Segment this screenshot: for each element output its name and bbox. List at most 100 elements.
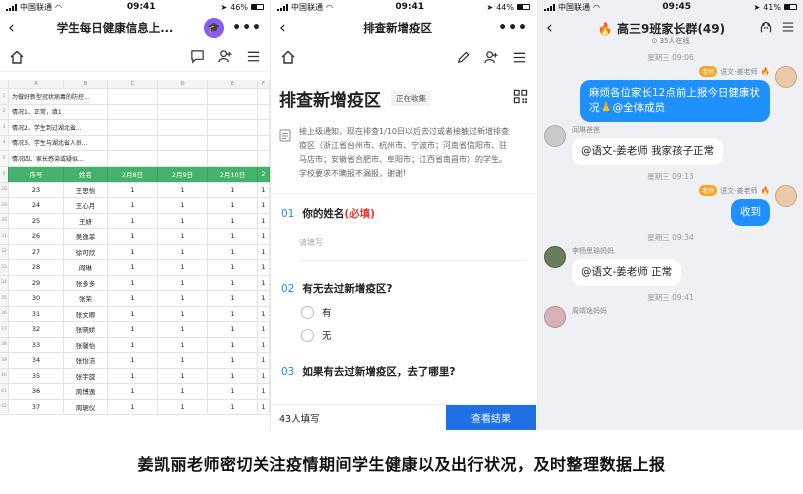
note-row[interactable]: 5 情况四、家长感染或疑似... bbox=[0, 151, 270, 167]
wifi-icon: ◠ bbox=[326, 2, 333, 12]
survey-title: 排查新增疫区 bbox=[279, 91, 381, 111]
survey-bottom-bar: 43人填写 查看结果 bbox=[271, 404, 536, 430]
survey-toolbar bbox=[271, 42, 536, 72]
filled-count: 43人填写 bbox=[279, 413, 320, 425]
chat-message[interactable]: 老师 语文-姜老师 🔥 麻烦各位家长12点前上报今日健康状况🙏@全体成员 bbox=[538, 66, 803, 122]
table-row[interactable]: 32 27 徐可欣 1 1 1 1 bbox=[0, 244, 270, 260]
message-bubble[interactable]: 收到 bbox=[731, 199, 770, 226]
table-row[interactable]: 35 30 张荣 1 1 1 1 bbox=[0, 291, 270, 307]
option-no[interactable]: 无 bbox=[301, 328, 526, 342]
battery-icon bbox=[784, 4, 797, 10]
sender-name: 语文-姜老师 bbox=[720, 67, 758, 76]
table-row[interactable]: 30 25 王妍 1 1 1 1 bbox=[0, 213, 270, 229]
home-icon[interactable] bbox=[8, 48, 26, 66]
radio-button[interactable] bbox=[301, 305, 314, 319]
avatar[interactable] bbox=[544, 306, 566, 328]
message-timestamp: 星期三 09:06 bbox=[647, 53, 694, 62]
required-mark: (必填) bbox=[344, 208, 375, 220]
group-title: 🔥 高三9班家长群(49) bbox=[597, 21, 726, 36]
table-row[interactable]: 37 32 张晓娇 1 1 1 1 bbox=[0, 322, 270, 338]
table-row[interactable]: 38 33 张馨怡 1 1 1 1 bbox=[0, 337, 270, 353]
message-bubble[interactable]: @语文-姜老师 我家孩子正常 bbox=[572, 138, 724, 165]
table-row[interactable]: 29 24 王心月 1 1 1 1 bbox=[0, 198, 270, 214]
signal-icon bbox=[6, 3, 17, 11]
carrier: 中国联通 bbox=[558, 2, 590, 12]
caption-band: 姜凯丽老师密切关注疫情期间学生健康以及出行状况，及时整理数据上报 bbox=[0, 432, 803, 494]
view-results-button[interactable]: 查看结果 bbox=[446, 404, 536, 430]
table-row[interactable]: 41 36 周博逸 1 1 1 1 bbox=[0, 384, 270, 400]
battery-icon bbox=[251, 4, 264, 10]
avatar[interactable] bbox=[775, 185, 797, 207]
home-icon[interactable] bbox=[279, 48, 297, 66]
navbar: ‹ 学生每日健康信息上... 🎓 ••• bbox=[0, 14, 270, 42]
qr-code-icon[interactable] bbox=[513, 89, 528, 108]
battery-level: 41% bbox=[763, 2, 781, 12]
table-row[interactable]: 42 37 周琚仪 1 1 1 1 bbox=[0, 399, 270, 415]
carrier: 中国联通 bbox=[20, 2, 52, 12]
edit-icon[interactable] bbox=[454, 48, 472, 66]
chat-message[interactable]: 阎琳爸爸 @语文-姜老师 我家孩子正常 bbox=[538, 125, 803, 165]
battery-level: 44% bbox=[496, 2, 514, 12]
menu-icon[interactable] bbox=[244, 48, 262, 66]
sheet-screen: 中国联通 ◠ 09:41 ➤ 46% ‹ 学生每日健康信息上... 🎓 ••• A … bbox=[0, 0, 270, 430]
fire-icon: 🔥 bbox=[760, 186, 770, 195]
add-user-icon[interactable] bbox=[482, 48, 500, 66]
back-icon[interactable]: ‹ bbox=[279, 18, 297, 38]
battery-icon bbox=[517, 4, 530, 10]
message-bubble[interactable]: @语文-姜老师 正常 bbox=[572, 259, 682, 286]
radio-button[interactable] bbox=[301, 328, 314, 342]
mascot-icon[interactable] bbox=[759, 19, 773, 38]
option-yes[interactable]: 有 bbox=[301, 305, 526, 319]
status-bar: 中国联通 ◠ 09:41 ➤ 46% bbox=[0, 0, 270, 14]
clock: 09:45 bbox=[662, 2, 692, 12]
note-row[interactable]: 1 为做好新型冠状病毒的防控... bbox=[0, 89, 270, 105]
sender-name: 阎琳爸爸 bbox=[572, 126, 600, 134]
navbar: ‹ 🔥 高三9班家长群(49) bbox=[538, 14, 803, 42]
survey-screen: 中国联通 ◠ 09:41 ➤ 44% ‹ 排查新增疫区 ••• 排查新增疫区 正在收… bbox=[270, 0, 536, 430]
header-row: 6 序号 姓名 2月8日 2月9日 2月10日 2 bbox=[0, 166, 270, 183]
table-row[interactable]: 33 28 阎琳 1 1 1 1 bbox=[0, 260, 270, 276]
table-row[interactable]: 34 29 张多多 1 1 1 1 bbox=[0, 275, 270, 291]
name-input[interactable]: 请填写 bbox=[299, 237, 526, 248]
more-icon[interactable]: ••• bbox=[232, 20, 262, 36]
table-row[interactable]: 28 23 王思怡 1 1 1 1 bbox=[0, 182, 270, 198]
message-bubble[interactable]: 麻烦各位家长12点前上报今日健康状况🙏@全体成员 bbox=[580, 80, 770, 122]
message-list[interactable]: 星期三 09:06 老师 语文-姜老师 🔥 麻烦各位家长12点前上报今日健康状况🙏@全体… bbox=[538, 52, 803, 328]
chat-message[interactable]: 周靖逸妈妈 bbox=[538, 306, 803, 328]
teacher-tag: 老师 bbox=[699, 66, 718, 77]
note-row[interactable]: 2 情况1、正常，填1 bbox=[0, 104, 270, 120]
avatar[interactable] bbox=[544, 125, 566, 147]
location-icon: ➤ bbox=[486, 2, 494, 12]
spreadsheet-grid[interactable]: A B C D E F 1 为做好新型冠状病毒的防控... 2 情况1、正常，填1 3 情… bbox=[0, 80, 270, 415]
back-icon[interactable]: ‹ bbox=[546, 18, 564, 38]
note-row[interactable]: 4 情况3、学生与湖北省人员... bbox=[0, 135, 270, 151]
menu-icon[interactable] bbox=[781, 19, 795, 38]
clock: 09:41 bbox=[395, 2, 425, 12]
table-row[interactable]: 31 26 吴逸菲 1 1 1 1 bbox=[0, 229, 270, 245]
avatar[interactable] bbox=[544, 246, 566, 268]
document-icon bbox=[279, 127, 293, 181]
message-timestamp: 星期三 09:13 bbox=[647, 172, 694, 181]
mascot-avatar-icon[interactable]: 🎓 bbox=[204, 18, 225, 38]
chat-message[interactable]: 李杨思瑜妈妈 @语文-姜老师 正常 bbox=[538, 246, 803, 286]
table-row[interactable]: 36 31 张文卿 1 1 1 1 bbox=[0, 306, 270, 322]
add-user-icon[interactable] bbox=[216, 48, 234, 66]
column-letters: A B C D E F bbox=[0, 80, 270, 89]
table-row[interactable]: 39 34 张怡洁 1 1 1 1 bbox=[0, 353, 270, 369]
signal-icon bbox=[277, 3, 288, 11]
wifi-icon: ◠ bbox=[593, 2, 600, 12]
avatar[interactable] bbox=[775, 66, 797, 88]
location-icon: ➤ bbox=[753, 2, 761, 12]
chat-message[interactable]: 老师 语文-姜老师 🔥 收到 bbox=[538, 185, 803, 226]
note-row[interactable]: 3 情况2、学生到过湖北省... bbox=[0, 120, 270, 136]
sheet-toolbar bbox=[0, 42, 270, 72]
question-1: 01 你的姓名 (必填) 请填写 bbox=[271, 206, 536, 261]
message-timestamp: 星期三 09:41 bbox=[647, 293, 694, 302]
survey-notice: 接上级通知，现在排查1/10日以后去过或者接触过新增排查疫区（浙江省台州市、杭州… bbox=[271, 125, 536, 181]
table-row[interactable]: 40 35 张宇旋 1 1 1 1 bbox=[0, 368, 270, 384]
menu-icon[interactable] bbox=[510, 48, 528, 66]
more-icon[interactable]: ••• bbox=[498, 20, 528, 36]
comment-icon[interactable] bbox=[188, 48, 206, 66]
back-icon[interactable]: ‹ bbox=[8, 18, 26, 38]
status-bar: 中国联通 ◠ 09:41 ➤ 44% bbox=[271, 0, 536, 14]
